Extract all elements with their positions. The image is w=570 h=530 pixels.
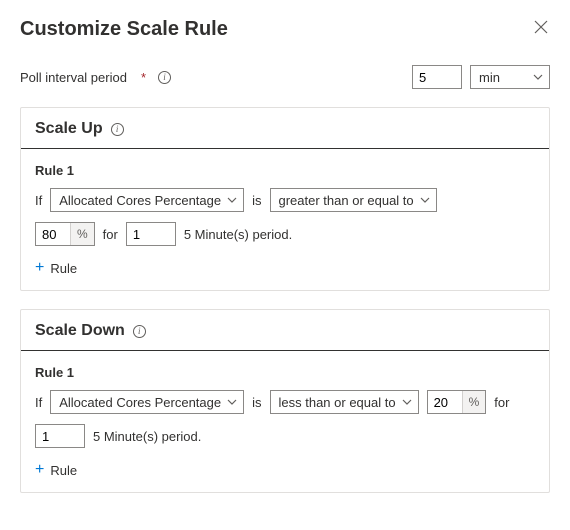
scale-up-rule-label: Rule 1 bbox=[35, 163, 535, 178]
scale-up-metric-select[interactable]: Allocated Cores Percentage bbox=[50, 188, 244, 212]
scale-down-card: Scale Down i Rule 1 If Allocated Cores P… bbox=[20, 309, 550, 493]
chevron-down-icon bbox=[402, 399, 412, 405]
chevron-down-icon bbox=[227, 197, 237, 203]
scale-up-threshold-field[interactable]: % bbox=[35, 222, 95, 246]
poll-interval-unit-select[interactable]: min bbox=[470, 65, 550, 89]
poll-interval-value-input[interactable] bbox=[412, 65, 462, 89]
plus-icon: + bbox=[35, 260, 44, 276]
add-rule-label: Rule bbox=[50, 261, 77, 276]
info-icon[interactable]: i bbox=[133, 325, 146, 338]
required-marker: * bbox=[141, 70, 146, 85]
scale-down-metric-value: Allocated Cores Percentage bbox=[59, 395, 221, 410]
if-label: If bbox=[35, 395, 42, 410]
chevron-down-icon bbox=[533, 74, 543, 80]
scale-down-period-count-input[interactable] bbox=[35, 424, 85, 448]
chevron-down-icon bbox=[420, 197, 430, 203]
add-rule-label: Rule bbox=[50, 463, 77, 478]
if-label: If bbox=[35, 193, 42, 208]
scale-down-metric-select[interactable]: Allocated Cores Percentage bbox=[50, 390, 244, 414]
scale-up-metric-value: Allocated Cores Percentage bbox=[59, 193, 221, 208]
info-icon[interactable]: i bbox=[158, 71, 171, 84]
scale-down-operator-select[interactable]: less than or equal to bbox=[270, 390, 419, 414]
scale-up-period-text: 5 Minute(s) period. bbox=[184, 227, 292, 242]
plus-icon: + bbox=[35, 462, 44, 478]
chevron-down-icon bbox=[227, 399, 237, 405]
scale-up-operator-value: greater than or equal to bbox=[279, 193, 414, 208]
scale-down-rule-label: Rule 1 bbox=[35, 365, 535, 380]
scale-up-threshold-input[interactable] bbox=[36, 223, 70, 245]
add-rule-button[interactable]: + Rule bbox=[35, 256, 77, 278]
is-label: is bbox=[252, 395, 261, 410]
percent-unit: % bbox=[70, 223, 94, 245]
info-icon[interactable]: i bbox=[111, 123, 124, 136]
scale-down-operator-value: less than or equal to bbox=[279, 395, 396, 410]
is-label: is bbox=[252, 193, 261, 208]
add-rule-button[interactable]: + Rule bbox=[35, 458, 77, 480]
scale-down-threshold-field[interactable]: % bbox=[427, 390, 487, 414]
scale-up-operator-select[interactable]: greater than or equal to bbox=[270, 188, 437, 212]
percent-unit: % bbox=[462, 391, 486, 413]
scale-down-period-text: 5 Minute(s) period. bbox=[93, 429, 201, 444]
close-icon[interactable] bbox=[532, 18, 550, 40]
page-title: Customize Scale Rule bbox=[20, 18, 228, 41]
scale-up-card: Scale Up i Rule 1 If Allocated Cores Per… bbox=[20, 107, 550, 291]
poll-interval-unit-value: min bbox=[479, 70, 500, 85]
scale-up-period-count-input[interactable] bbox=[126, 222, 176, 246]
scale-down-threshold-input[interactable] bbox=[428, 391, 462, 413]
for-label: for bbox=[103, 227, 118, 242]
scale-down-title: Scale Down bbox=[35, 322, 125, 340]
for-label: for bbox=[494, 395, 509, 410]
poll-interval-label: Poll interval period bbox=[20, 70, 127, 85]
scale-up-title: Scale Up bbox=[35, 120, 103, 138]
